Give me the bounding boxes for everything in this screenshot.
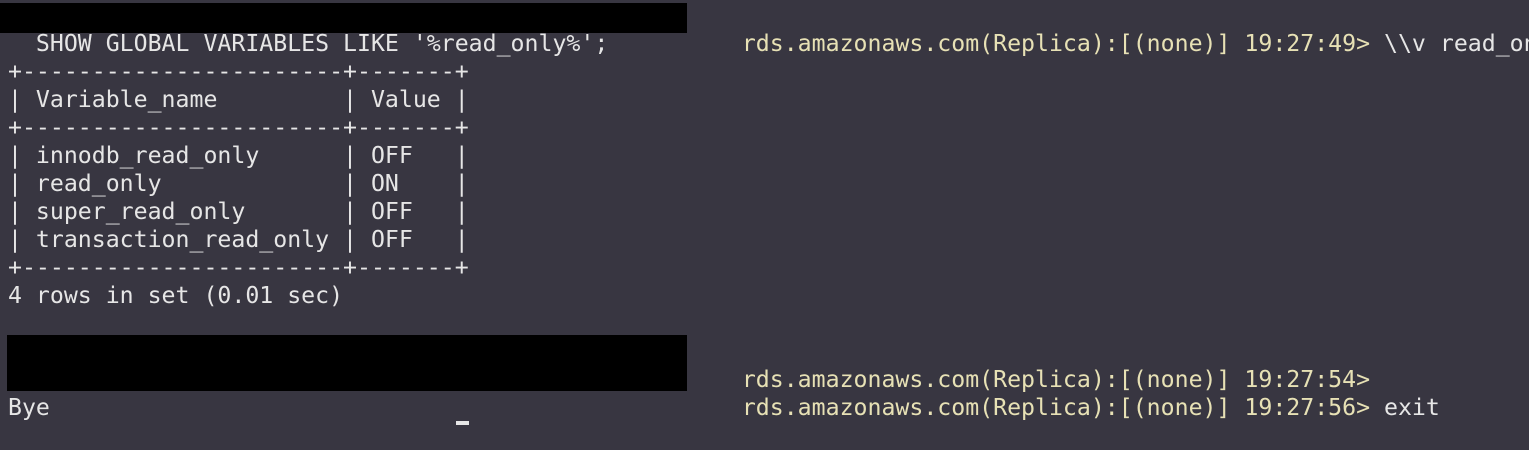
prompt-host-1: rds.amazonaws.com(Replica):[(none)] 19:2… bbox=[741, 30, 1385, 57]
bye-output: Bye bbox=[8, 394, 50, 421]
table-row: | super_read_only | OFF | bbox=[8, 198, 469, 225]
table-header-row: | Variable_name | Value | bbox=[8, 86, 469, 113]
table-row: | transaction_read_only | OFF | bbox=[8, 226, 469, 253]
table-row: | read_only | ON | bbox=[8, 170, 469, 197]
table-border-top: +-----------------------+-------+ bbox=[8, 58, 469, 85]
redaction-bar-top bbox=[0, 3, 687, 33]
table-border-mid: +-----------------------+-------+ bbox=[8, 114, 469, 141]
prompt-host-3: rds.amazonaws.com(Replica):[(none)] 19:2… bbox=[741, 394, 1385, 421]
table-row: | innodb_read_only | OFF | bbox=[8, 142, 469, 169]
prompt-line-2: rds.amazonaws.com(Replica):[(none)] 19:2… bbox=[686, 338, 1370, 393]
command-1: \\v read_only bbox=[1384, 30, 1529, 57]
prompt-line-3: rds.amazonaws.com(Replica):[(none)] 19:2… bbox=[686, 366, 1440, 421]
text-cursor bbox=[456, 421, 469, 425]
table-border-bottom: +-----------------------+-------+ bbox=[8, 254, 469, 281]
prompt-line-1: rds.amazonaws.com(Replica):[(none)] 19:2… bbox=[686, 2, 1529, 57]
rows-summary: 4 rows in set (0.01 sec) bbox=[8, 282, 344, 309]
redaction-bar-bottom bbox=[7, 335, 687, 391]
output-query: SHOW GLOBAL VARIABLES LIKE '%read_only%'… bbox=[8, 30, 609, 57]
command-3: exit bbox=[1384, 394, 1440, 421]
terminal-window[interactable]: rds.amazonaws.com(Replica):[(none)] 19:2… bbox=[0, 0, 1529, 425]
